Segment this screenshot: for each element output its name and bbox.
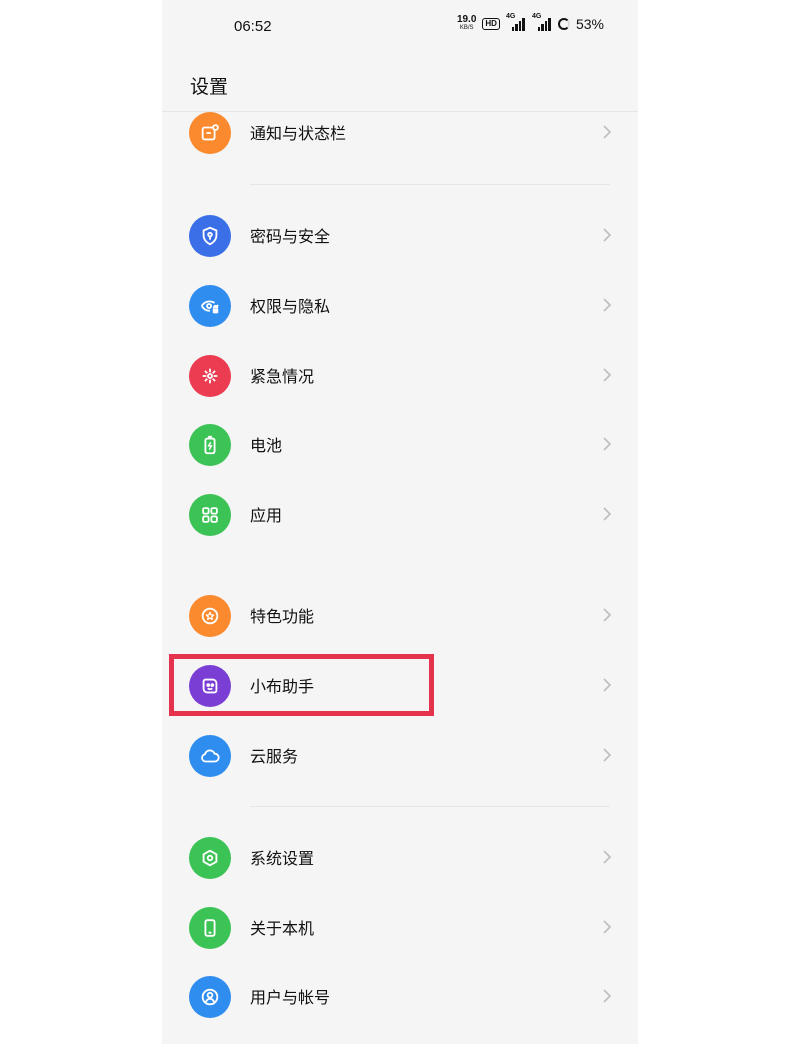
phone-icon [189, 907, 231, 949]
settings-item-label: 关于本机 [250, 919, 315, 938]
settings-item-label: 电池 [250, 436, 283, 455]
settings-screen: 06:52 19.0 KB/S HD 4G 4G 53% 设置 通知与状态栏 密… [162, 0, 638, 1044]
battery-percent: 53% [575, 16, 604, 32]
signal-icon: 4G [506, 13, 526, 31]
chevron-right-icon [603, 437, 612, 451]
settings-item-label: 密码与安全 [250, 227, 331, 246]
hd-voice-icon: HD [482, 18, 500, 30]
settings-item-label: 权限与隐私 [250, 297, 331, 316]
settings-item-label: 特色功能 [250, 607, 315, 626]
status-bar: 06:52 19.0 KB/S HD 4G 4G 53% [162, 0, 638, 54]
settings-item-permissions-privacy[interactable]: 权限与隐私 [162, 271, 638, 341]
settings-item-apps[interactable]: 应用 [162, 480, 638, 550]
signal-type-label: 4G [505, 13, 516, 20]
signal-icon-secondary: 4G [532, 13, 552, 31]
user-icon [189, 976, 231, 1018]
settings-item-notifications[interactable]: 通知与状态栏 [162, 98, 638, 168]
chevron-right-icon [603, 989, 612, 1003]
chevron-right-icon [603, 748, 612, 762]
chevron-right-icon [603, 850, 612, 864]
page-title: 设置 [190, 76, 229, 98]
settings-item-label: 系统设置 [250, 849, 315, 868]
highlight-box [169, 654, 434, 716]
settings-item-label: 通知与状态栏 [250, 124, 347, 143]
status-time: 06:52 [234, 18, 272, 35]
settings-item-label: 用户与帐号 [250, 988, 331, 1007]
network-speed-unit: KB/S [459, 25, 474, 31]
eye-lock-icon [189, 285, 231, 327]
battery-ring-icon [557, 18, 570, 30]
settings-item-users-accounts[interactable]: 用户与帐号 [162, 962, 638, 1032]
network-speed: 19.0 KB/S [456, 14, 477, 32]
chevron-right-icon [603, 920, 612, 934]
hexagon-gear-icon [189, 837, 231, 879]
settings-item-cloud-service[interactable]: 云服务 [162, 721, 638, 791]
group-divider [250, 806, 610, 807]
status-indicators: 19.0 KB/S HD 4G 4G 53% [456, 13, 604, 32]
settings-item-special-features[interactable]: 特色功能 [162, 581, 638, 651]
chevron-right-icon [603, 298, 612, 312]
chevron-right-icon [603, 507, 612, 521]
network-speed-value: 19.0 [456, 14, 477, 25]
chevron-right-icon [603, 678, 612, 692]
notification-icon [189, 112, 231, 154]
apps-grid-icon [189, 494, 231, 536]
cloud-icon [189, 735, 231, 777]
signal-type-label-secondary: 4G [531, 13, 542, 20]
settings-item-system-settings[interactable]: 系统设置 [162, 823, 638, 893]
settings-item-password-security[interactable]: 密码与安全 [162, 201, 638, 271]
emergency-icon [189, 355, 231, 397]
settings-item-emergency[interactable]: 紧急情况 [162, 341, 638, 411]
chevron-right-icon [603, 608, 612, 622]
settings-item-label: 紧急情况 [250, 367, 315, 386]
settings-item-about-phone[interactable]: 关于本机 [162, 893, 638, 963]
group-divider [250, 184, 610, 185]
settings-item-battery[interactable]: 电池 [162, 410, 638, 480]
star-badge-icon [189, 595, 231, 637]
chevron-right-icon [603, 228, 612, 242]
shield-key-icon [189, 215, 231, 257]
chevron-right-icon [603, 125, 612, 139]
settings-item-label: 云服务 [250, 747, 299, 766]
chevron-right-icon [603, 368, 612, 382]
settings-item-label: 应用 [250, 506, 283, 525]
battery-icon [189, 424, 231, 466]
